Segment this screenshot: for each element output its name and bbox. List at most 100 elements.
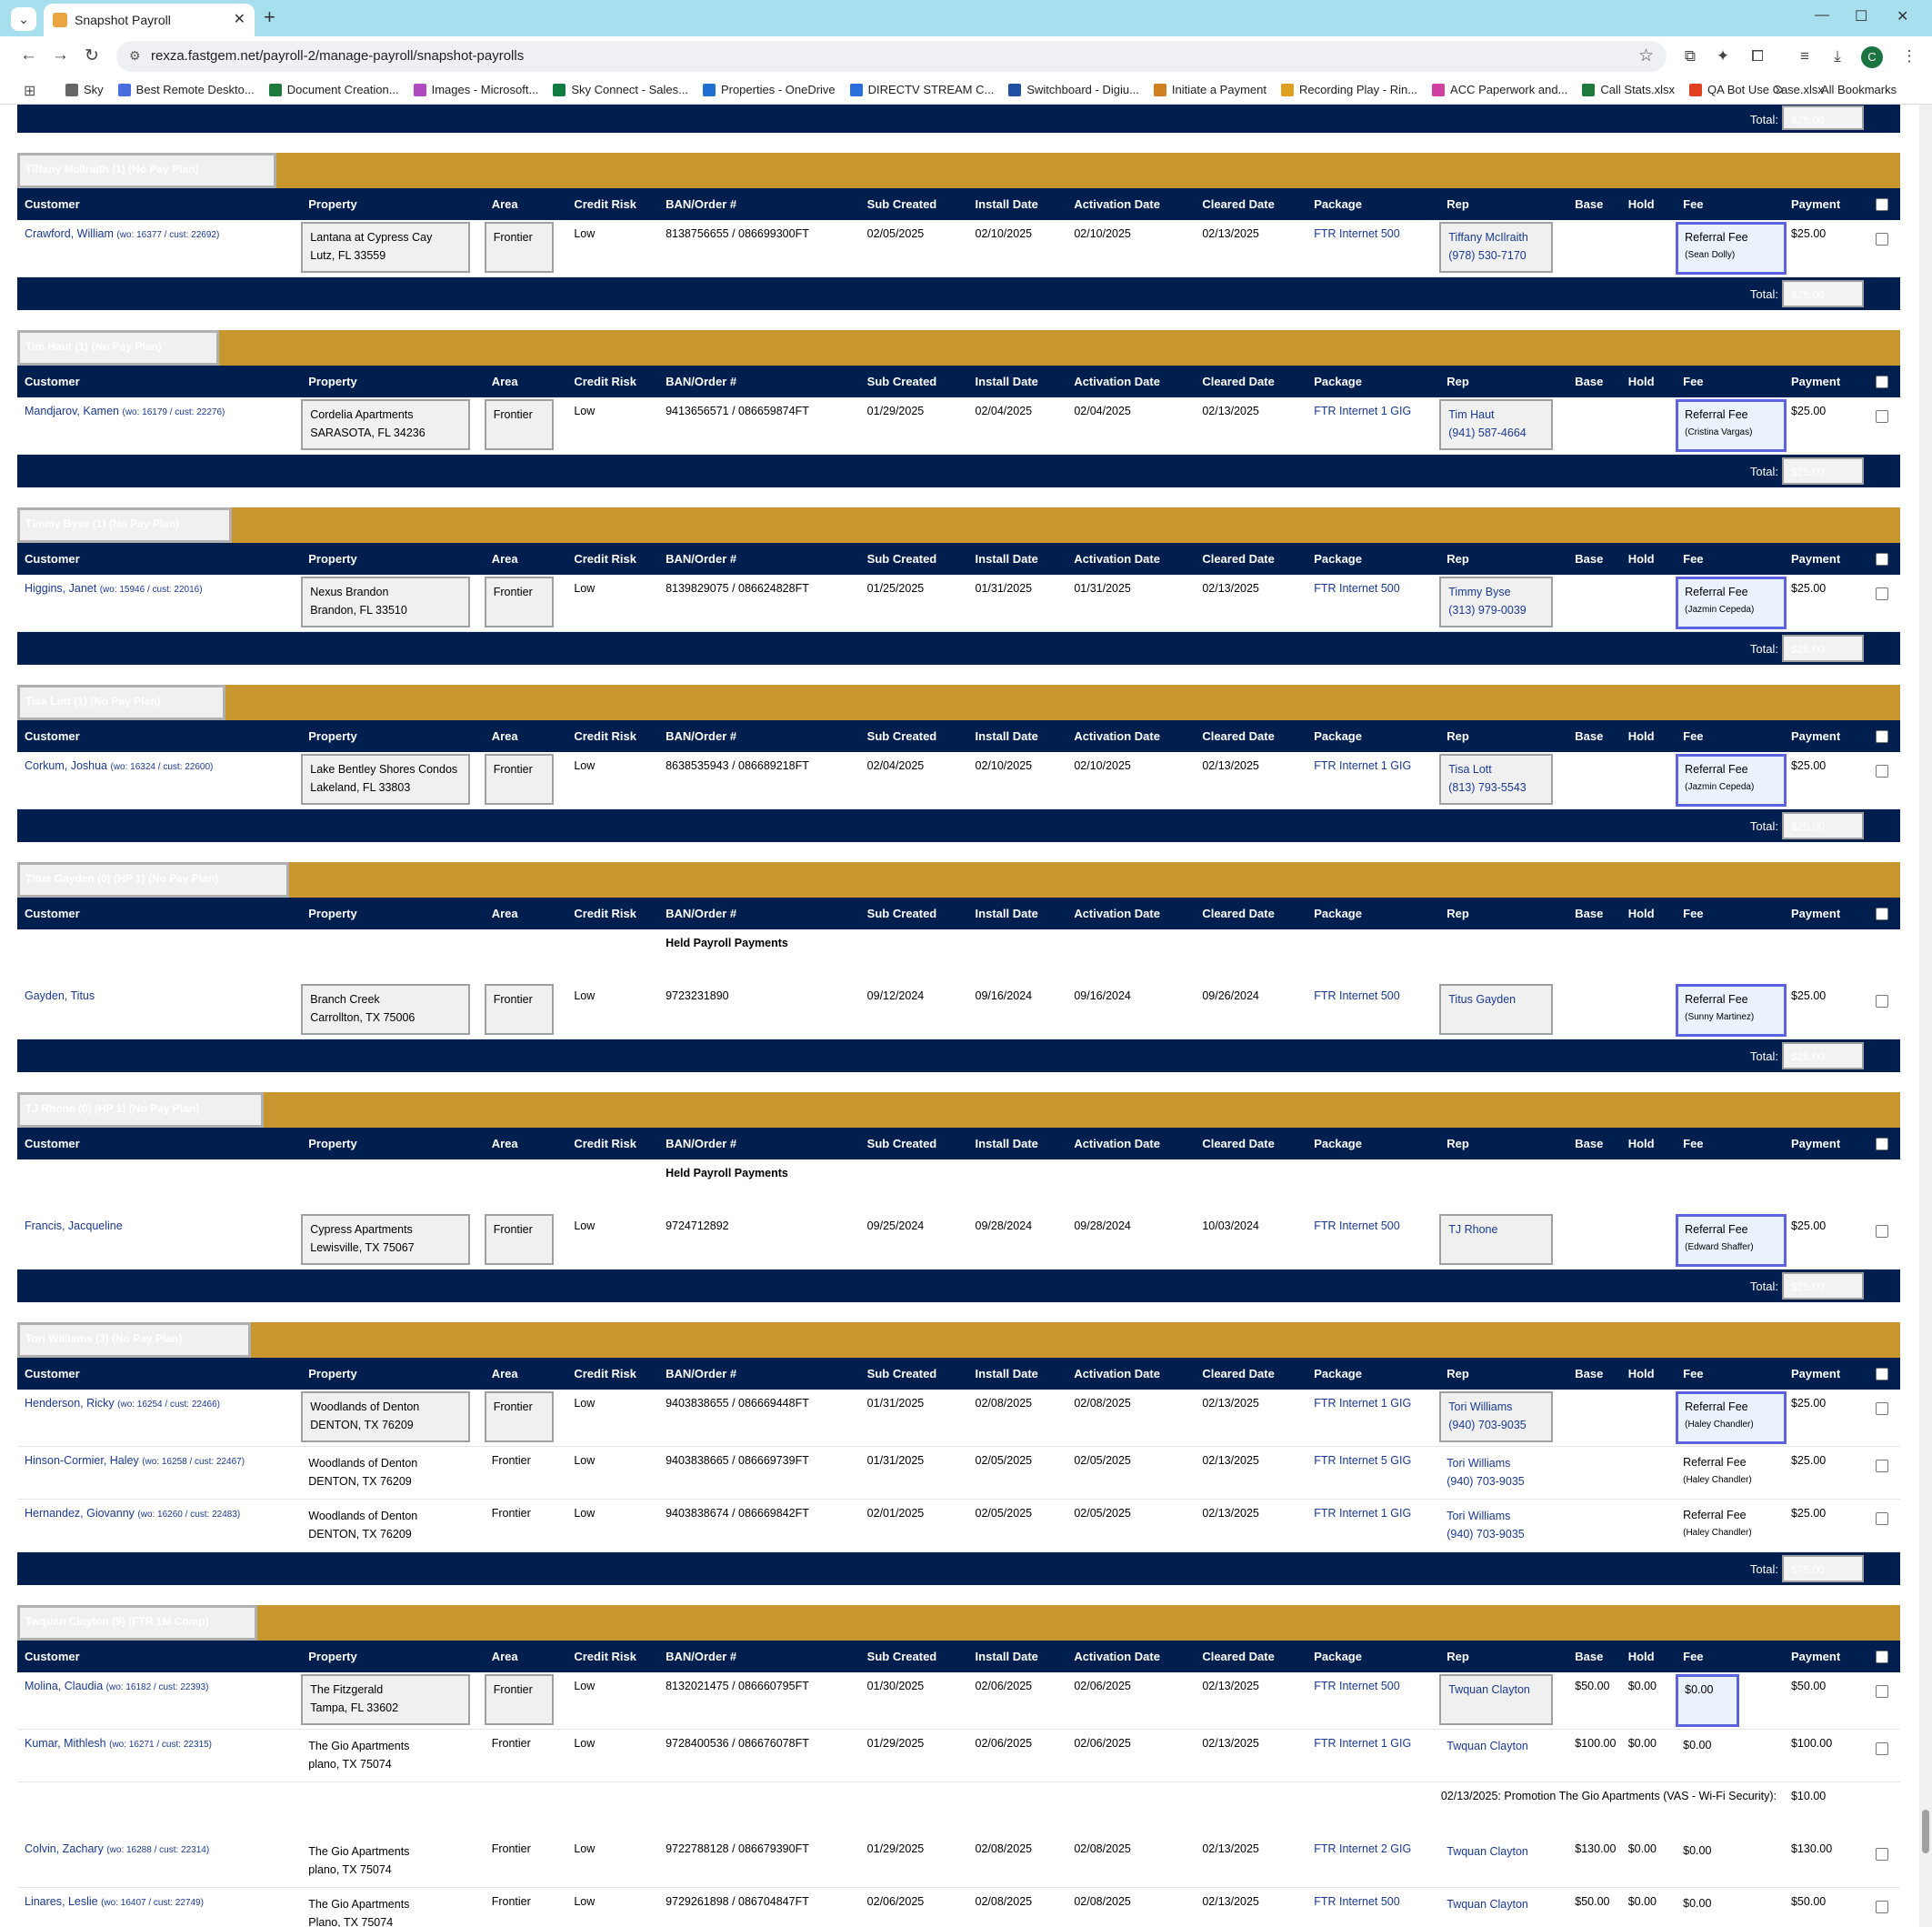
rep-name-link[interactable]: Titus Gayden — [1448, 990, 1544, 1009]
total-input[interactable]: $25.00 — [1782, 1042, 1864, 1069]
bookmark-item[interactable]: Initiate a Payment — [1153, 83, 1266, 96]
row-checkbox[interactable] — [1875, 1742, 1888, 1755]
rep-name-box[interactable]: TJ Rhone (0) (HP 1) (No Pay Plan) — [17, 1092, 264, 1128]
customer-link[interactable]: Crawford, William — [25, 227, 114, 240]
fee-box[interactable]: Referral Fee (Jazmin Cepeda) — [1676, 754, 1787, 807]
package-link[interactable]: FTR Internet 500 — [1314, 1680, 1400, 1692]
rep-name-box[interactable]: Tiffany McIlraith (1) (No Pay Plan) — [17, 153, 276, 188]
bookmark-item[interactable]: Recording Play - Rin... — [1280, 83, 1417, 96]
profile-avatar[interactable]: C — [1861, 46, 1883, 68]
row-checkbox[interactable] — [1875, 233, 1888, 246]
bookmark-item[interactable]: QA Bot Use Case.xlsx — [1689, 83, 1824, 96]
customer-link[interactable]: Colvin, Zachary — [25, 1842, 104, 1855]
package-link[interactable]: FTR Internet 1 GIG — [1314, 1737, 1411, 1750]
site-info-icon[interactable]: ⚙ — [129, 48, 141, 64]
total-input[interactable]: $25.00 — [1782, 280, 1864, 307]
rep-name-link[interactable]: Tisa Lott — [1448, 760, 1544, 778]
total-input[interactable]: $25.00 — [1782, 812, 1864, 839]
rep-box[interactable]: Twquan Clayton — [1439, 1674, 1554, 1725]
total-input[interactable]: $75.00 — [1782, 1555, 1864, 1582]
property-box[interactable]: Cypress Apartments Lewisville, TX 75067 — [301, 1214, 470, 1265]
customer-link[interactable]: Hernandez, Giovanny — [25, 1507, 135, 1520]
apps-grid-icon[interactable]: ⊞ — [24, 82, 35, 100]
bookmark-item[interactable]: Best Remote Deskto... — [117, 83, 255, 96]
forward-icon[interactable]: → — [52, 45, 69, 65]
fee-box[interactable]: $0.00 — [1676, 1674, 1740, 1727]
rep-box[interactable]: Tisa Lott (813) 793-5543 — [1439, 754, 1554, 805]
reload-icon[interactable]: ↻ — [85, 45, 99, 66]
package-link[interactable]: FTR Internet 500 — [1314, 1219, 1400, 1232]
rep-name-link[interactable]: Tori Williams — [1446, 1454, 1560, 1472]
bookmark-item[interactable]: Sky Connect - Sales... — [553, 83, 688, 96]
rep-name-link[interactable]: Timmy Byse — [1448, 583, 1544, 601]
property-box[interactable]: Branch Creek Carrollton, TX 75006 — [301, 984, 470, 1035]
address-bar[interactable]: ⚙ rexza.fastgem.net/payroll-2/manage-pay… — [116, 41, 1667, 72]
row-checkbox[interactable] — [1875, 995, 1888, 1008]
customer-link[interactable]: Linares, Leslie — [25, 1895, 98, 1908]
rep-box[interactable]: Timmy Byse (313) 979-0039 — [1439, 577, 1554, 627]
package-link[interactable]: FTR Internet 500 — [1314, 1895, 1400, 1908]
fee-box[interactable]: Referral Fee (Cristina Vargas) — [1676, 399, 1787, 452]
property-box[interactable]: Cordelia Apartments SARASOTA, FL 34236 — [301, 399, 470, 450]
area-box[interactable]: Frontier — [484, 984, 554, 1035]
customer-link[interactable]: Gayden, Titus — [25, 989, 95, 1002]
row-checkbox[interactable] — [1875, 1460, 1888, 1472]
total-input[interactable]: $25.00 — [1782, 1272, 1864, 1300]
rep-name-box[interactable]: Timmy Byse (1) (No Pay Plan) — [17, 507, 232, 543]
bookmark-item[interactable]: ACC Paperwork and... — [1432, 83, 1567, 96]
fee-box[interactable]: Referral Fee (Jazmin Cepeda) — [1676, 577, 1787, 629]
rep-name-box[interactable]: Tim Haut (1) (No Pay Plan) — [17, 330, 219, 366]
extension-icon[interactable]: ⧉ — [1681, 47, 1699, 65]
more-bookmarks-icon[interactable]: » — [1775, 80, 1784, 99]
rep-name-link[interactable]: Twquan Clayton — [1448, 1681, 1544, 1699]
customer-link[interactable]: Mandjarov, Kamen — [25, 405, 119, 417]
bookmark-item[interactable]: DIRECTV STREAM C... — [849, 83, 994, 96]
rep-name-box[interactable]: Titus Gayden (0) (HP 1) (No Pay Plan) — [17, 862, 289, 898]
area-box[interactable]: Frontier — [484, 399, 554, 450]
bookmark-item[interactable]: Sky — [65, 83, 104, 96]
all-bookmarks-link[interactable]: All Bookmarks — [1821, 83, 1897, 96]
row-checkbox[interactable] — [1875, 765, 1888, 778]
package-link[interactable]: FTR Internet 500 — [1314, 227, 1400, 240]
bookmark-star-icon[interactable]: ☆ — [1638, 45, 1654, 66]
maximize-icon[interactable]: ☐ — [1855, 7, 1867, 25]
total-input[interactable]: $25.00 — [1782, 105, 1864, 130]
tab-close-icon[interactable]: ✕ — [234, 10, 245, 28]
property-box[interactable]: Nexus Brandon Brandon, FL 33510 — [301, 577, 470, 627]
package-link[interactable]: FTR Internet 5 GIG — [1314, 1454, 1411, 1467]
bookmark-item[interactable]: Document Creation... — [268, 83, 399, 96]
select-all-checkbox[interactable] — [1875, 553, 1888, 566]
package-link[interactable]: FTR Internet 1 GIG — [1314, 1397, 1411, 1410]
customer-link[interactable]: Francis, Jacqueline — [25, 1219, 123, 1232]
area-box[interactable]: Frontier — [484, 577, 554, 627]
fee-box[interactable]: Referral Fee (Sunny Martinez) — [1676, 984, 1787, 1037]
package-link[interactable]: FTR Internet 500 — [1314, 989, 1400, 1002]
minimize-icon[interactable]: — — [1815, 7, 1829, 24]
extensions-menu-icon[interactable]: ⧠ — [1748, 47, 1767, 65]
property-box[interactable]: Woodlands of Denton DENTON, TX 76209 — [301, 1391, 470, 1442]
row-checkbox[interactable] — [1875, 1685, 1888, 1698]
package-link[interactable]: FTR Internet 1 GIG — [1314, 405, 1411, 417]
row-checkbox[interactable] — [1875, 410, 1888, 423]
package-link[interactable]: FTR Internet 1 GIG — [1314, 1507, 1411, 1520]
rep-name-link[interactable]: Tori Williams — [1446, 1507, 1560, 1525]
rep-name-box[interactable]: Tisa Lott (1) (No Pay Plan) — [17, 685, 225, 720]
area-box[interactable]: Frontier — [484, 1214, 554, 1265]
select-all-checkbox[interactable] — [1875, 908, 1888, 920]
customer-link[interactable]: Kumar, Mithlesh — [25, 1737, 106, 1750]
row-checkbox[interactable] — [1875, 1402, 1888, 1415]
rep-name-link[interactable]: Tiffany McIlraith — [1448, 228, 1544, 246]
row-checkbox[interactable] — [1875, 1847, 1888, 1861]
property-box[interactable]: Lantana at Cypress Cay Lutz, FL 33559 — [301, 222, 470, 273]
download-icon[interactable]: ⤓ — [1828, 47, 1847, 65]
rep-name-link[interactable]: Tim Haut — [1448, 406, 1544, 424]
customer-link[interactable]: Hinson-Cormier, Haley — [25, 1454, 139, 1467]
page-scrollbar[interactable] — [1919, 105, 1932, 1927]
rep-box[interactable]: Tim Haut (941) 587-4664 — [1439, 399, 1554, 450]
package-link[interactable]: FTR Internet 2 GIG — [1314, 1842, 1411, 1855]
scrollbar-thumb[interactable] — [1922, 1810, 1929, 1853]
rep-name-box[interactable]: Tori Williams (3) (No Pay Plan) — [17, 1322, 251, 1358]
property-box[interactable]: The Fitzgerald Tampa, FL 33602 — [301, 1674, 470, 1725]
rep-name-link[interactable]: Twquan Clayton — [1446, 1895, 1560, 1913]
package-link[interactable]: FTR Internet 500 — [1314, 582, 1400, 595]
